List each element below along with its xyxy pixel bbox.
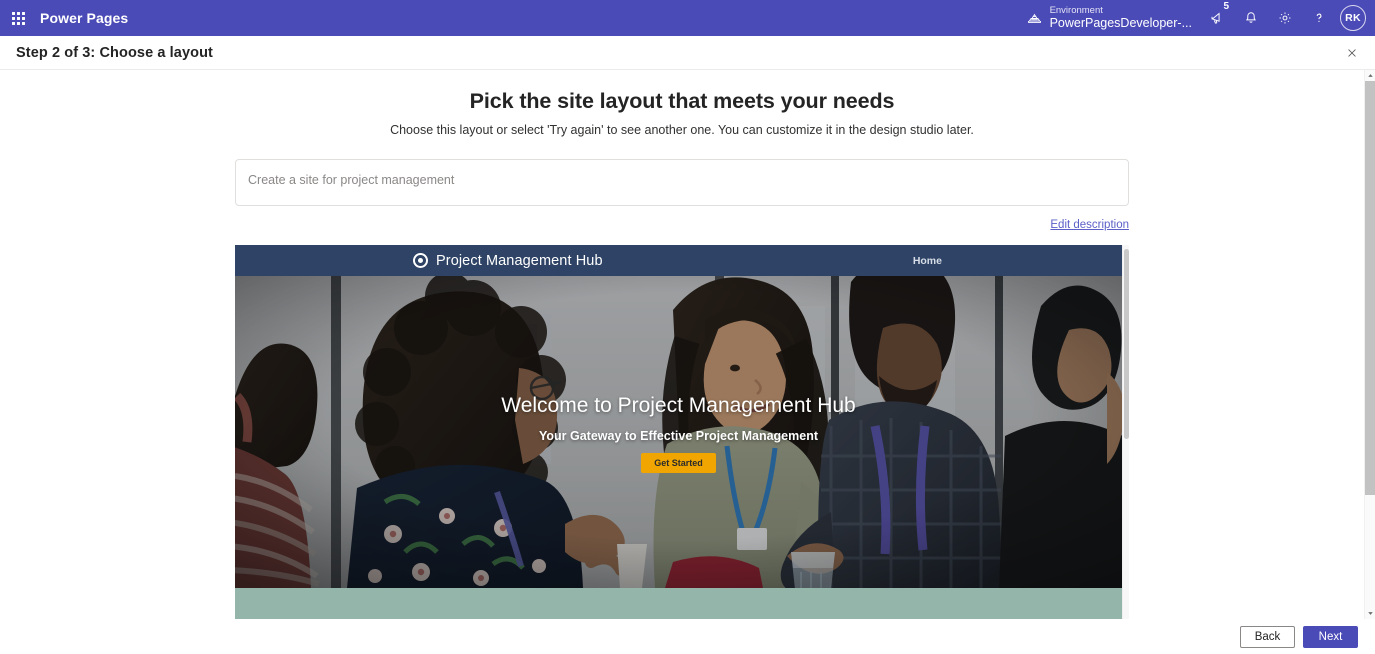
page-scrollbar[interactable] xyxy=(1364,70,1375,619)
waffle-icon xyxy=(11,11,25,25)
site-layout-preview: Project Management Hub Home Welcome to P… xyxy=(235,245,1129,619)
environment-icon xyxy=(1026,10,1043,27)
main-content: Pick the site layout that meets your nee… xyxy=(0,70,1364,619)
layout-subheading: Choose this layout or select 'Try again'… xyxy=(390,123,974,137)
preview-site-navbar: Project Management Hub Home xyxy=(235,245,1122,276)
suite-bar: Power Pages Environment PowerPagesDevelo… xyxy=(0,0,1375,36)
announcements-badge: 5 xyxy=(1223,1,1229,12)
preview-scrollbar[interactable] xyxy=(1122,245,1129,619)
wizard-step-header: Step 2 of 3: Choose a layout xyxy=(0,36,1375,70)
preview-scrollbar-thumb[interactable] xyxy=(1124,249,1129,439)
layout-heading: Pick the site layout that meets your nee… xyxy=(469,89,895,113)
hero-subheading: Your Gateway to Effective Project Manage… xyxy=(538,429,818,443)
preview-hero-section: Welcome to Project Management Hub Your G… xyxy=(235,276,1122,588)
environment-text: Environment PowerPagesDeveloper-... xyxy=(1049,4,1192,30)
site-logo-icon xyxy=(413,253,428,268)
environment-label: Environment xyxy=(1049,4,1103,16)
back-button[interactable]: Back xyxy=(1240,625,1295,648)
help-button[interactable] xyxy=(1302,0,1336,36)
suite-bar-right: Environment PowerPagesDeveloper-... 5 RK xyxy=(1018,0,1375,36)
hero-copy: Welcome to Project Management Hub Your G… xyxy=(235,394,1122,473)
preview-brand[interactable]: Project Management Hub xyxy=(413,253,603,269)
environment-selector[interactable]: Environment PowerPagesDeveloper-... xyxy=(1018,0,1200,36)
preview-nav-item-home[interactable]: Home xyxy=(913,255,942,267)
description-section: Create a site for project management Edi… xyxy=(235,159,1129,233)
settings-button[interactable] xyxy=(1268,0,1302,36)
page-scrollbar-thumb[interactable] xyxy=(1365,81,1375,495)
preview-teal-band xyxy=(235,588,1122,619)
next-button[interactable]: Next xyxy=(1303,625,1358,648)
edit-description-link[interactable]: Edit description xyxy=(1050,219,1129,231)
page-heading-block: Pick the site layout that meets your nee… xyxy=(0,70,1364,137)
close-button[interactable] xyxy=(1338,39,1366,67)
site-brand-name: Project Management Hub xyxy=(436,252,603,269)
scroll-down-arrow[interactable] xyxy=(1365,608,1375,619)
environment-value: PowerPagesDeveloper-... xyxy=(1049,15,1192,30)
page-title: Step 2 of 3: Choose a layout xyxy=(16,44,213,61)
user-avatar[interactable]: RK xyxy=(1340,5,1366,31)
app-title[interactable]: Power Pages xyxy=(40,10,128,26)
wizard-footer: Back Next xyxy=(0,619,1375,654)
hero-heading: Welcome to Project Management Hub xyxy=(501,394,856,417)
app-launcher-button[interactable] xyxy=(0,0,36,36)
get-started-button[interactable]: Get Started xyxy=(641,453,716,473)
site-description-input[interactable]: Create a site for project management xyxy=(235,159,1129,206)
preview-frame: Project Management Hub Home Welcome to P… xyxy=(235,245,1122,619)
notifications-button[interactable] xyxy=(1234,0,1268,36)
edit-description-row: Edit description xyxy=(235,215,1129,233)
scroll-up-arrow[interactable] xyxy=(1365,70,1375,81)
announcements-button[interactable]: 5 xyxy=(1200,0,1234,36)
